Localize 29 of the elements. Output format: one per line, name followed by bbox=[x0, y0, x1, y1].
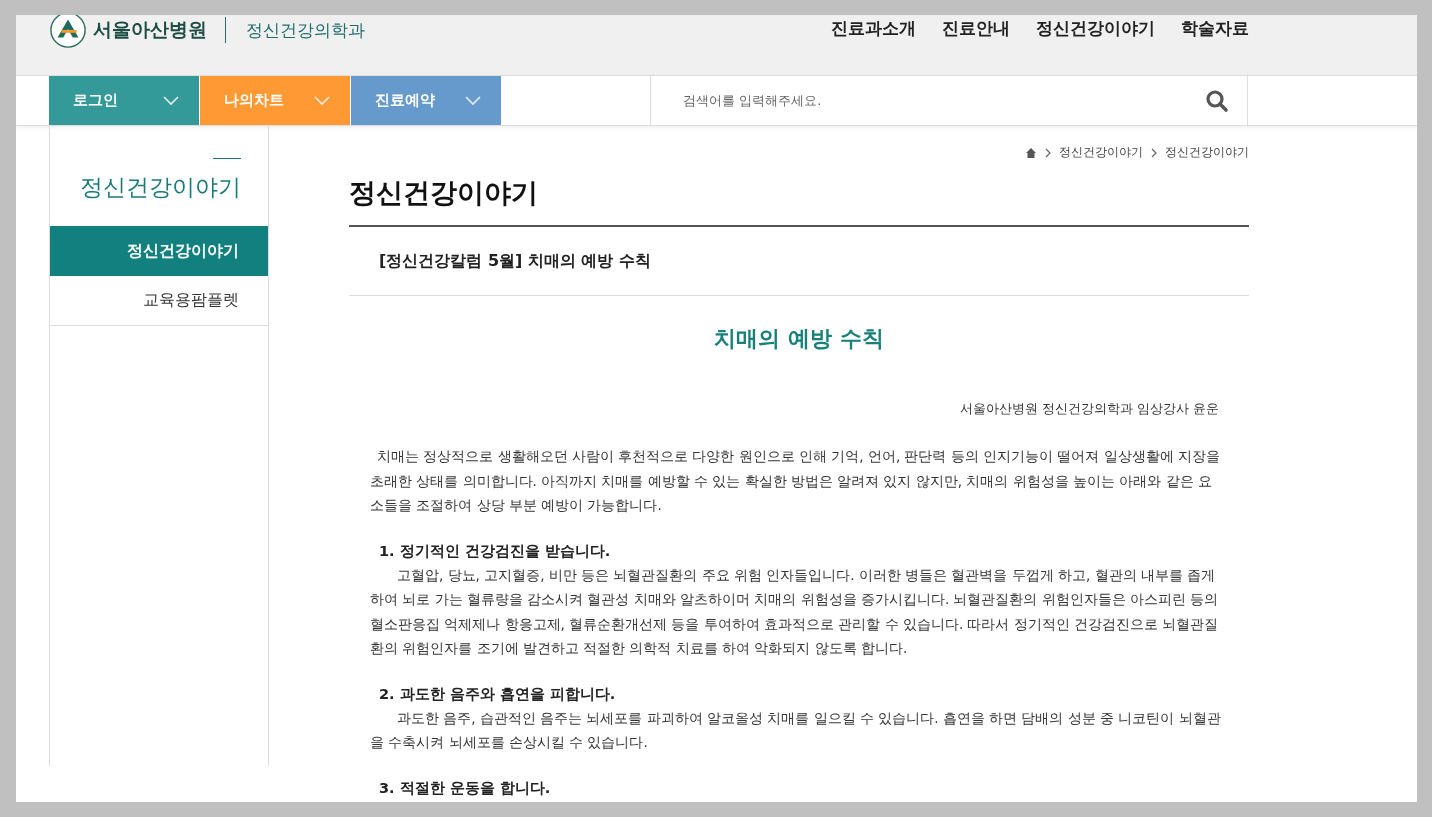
paragraph: 치매는 정상적으로 생활해오던 사람이 후천적으로 다양한 원인으로 인해 기억, 언어, 판단력 등의 인지기능이 떨어져 일상생활에 지장을 초래한 상태를 의미합니다. 아직까지 치매를 예방할 수 있는 확실한 방법은 알려져 있지 않지만, 치매의 위험성을 높이는 아래와 같은 요소들을 조절하여 상당 부분 예방이 가능합니다. bbox=[369, 447, 1221, 515]
department-name[interactable]: 정신건강의학과 bbox=[246, 18, 365, 42]
section-heading: 2. 과도한 음주와 흡연을 피합니다. bbox=[378, 684, 617, 704]
sidebar-item[interactable]: 교육용팜플렛 bbox=[50, 276, 268, 326]
nav-link[interactable]: 진료안내 bbox=[942, 17, 1010, 40]
hospital-name[interactable]: 서울아산병원 bbox=[93, 17, 207, 43]
chevron-right-icon bbox=[1045, 147, 1051, 158]
section-heading: 3. 적절한 운동을 합니다. bbox=[378, 778, 552, 798]
breadcrumb-link[interactable]: 정신건강이야기 bbox=[1165, 144, 1249, 161]
breadcrumb-link[interactable]: 정신건강이야기 bbox=[1059, 144, 1143, 161]
sidebar-title: 정신건강이야기 bbox=[80, 173, 241, 202]
chevron-down-icon bbox=[314, 95, 330, 106]
article-title: 치매의 예방 수칙 bbox=[713, 325, 885, 353]
post-title: [정신건강칼럼 5월] 치매의 예방 수칙 bbox=[349, 227, 1249, 296]
nav-link[interactable]: 정신건강이야기 bbox=[1036, 17, 1155, 40]
search-icon[interactable] bbox=[1205, 88, 1229, 113]
section-heading: 1. 정기적인 건강검진을 받습니다. bbox=[378, 541, 612, 561]
chevron-down-icon bbox=[465, 95, 481, 106]
home-icon[interactable] bbox=[1025, 146, 1037, 159]
chevron-down-icon bbox=[163, 95, 179, 106]
paragraph: 과도한 음주, 습관적인 음주는 뇌세포를 파괴하여 알코올성 치매를 일으킬 수 있습니다. 흡연을 하면 담배의 성분 중 니코틴이 뇌혈관을 수축시켜 뇌세포를 손상시킬 수 있습니다. bbox=[369, 708, 1222, 752]
chevron-right-icon bbox=[1151, 147, 1157, 158]
sidebar-item[interactable]: 정신건강이야기 bbox=[50, 226, 268, 276]
author-line: 서울아산병원 정신건강의학과 임상강사 윤운 bbox=[959, 400, 1219, 418]
page-title: 정신건강이야기 bbox=[349, 175, 1249, 227]
paragraph: 고혈압, 당뇨, 고지혈증, 비만 등은 뇌혈관질환의 주요 위험 인자들입니다. 이러한 병들은 혈관벽을 두껍게 하고, 혈관의 내부를 좁게 하여 뇌로 가는 혈류량을 감소시켜 혈관성 치매와 알츠하이머 치매의 위험성을 증가시킵니다. 뇌혈관질환의 위험인자들은 아스피린 등의 혈소판응집 억제제나 항응고제, 혈류순환개선제 등을 투여하여 효과적으로 관리할 수 있습니다. 따라서 정기적인 건강검진으로 뇌혈관질환의 위험인자를 조기에 발견하고 적절한 의학적 치료를 하여 악화되지 않도록 합니다. bbox=[369, 565, 1220, 658]
search-field[interactable]: 검색어를 입력해주세요. bbox=[681, 76, 1205, 125]
nav-link[interactable]: 학술자료 bbox=[1181, 17, 1249, 40]
nav-link[interactable]: 진료과소개 bbox=[831, 17, 916, 40]
